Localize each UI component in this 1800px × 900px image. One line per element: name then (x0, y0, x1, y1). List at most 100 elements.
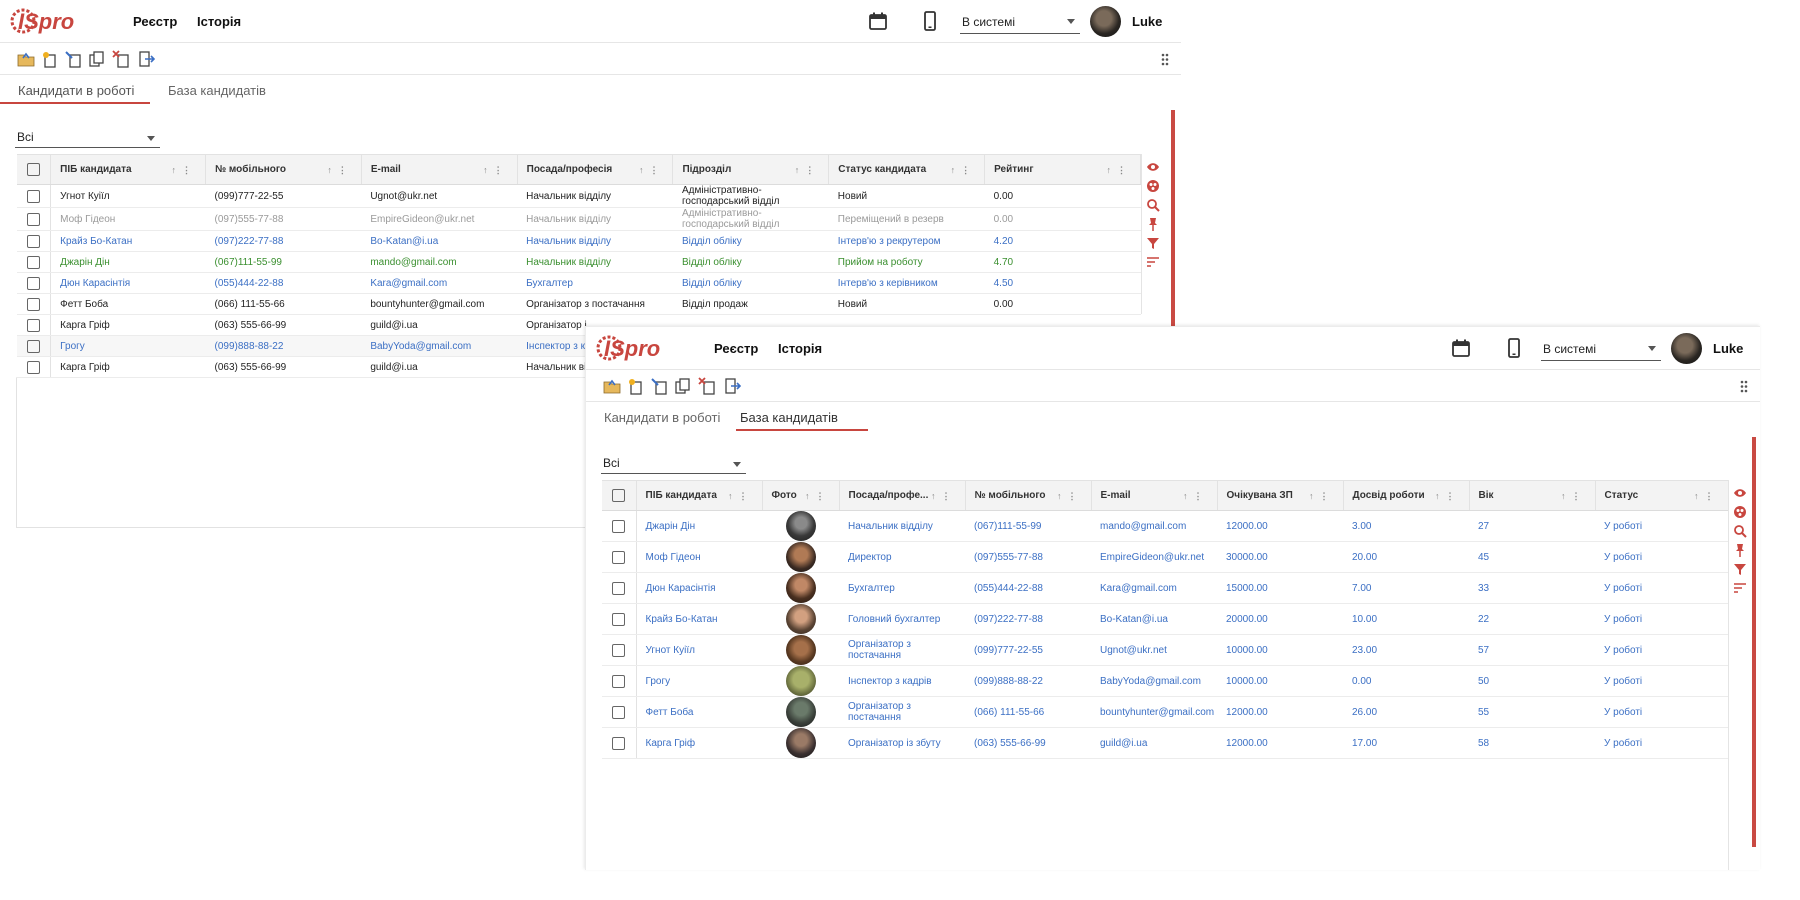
row-checkbox[interactable] (16, 293, 52, 315)
sort-menu-icon[interactable]: ↑⋮ (728, 491, 754, 502)
tab-candidate-base[interactable]: База кандидатів (150, 83, 284, 108)
table-row[interactable]: Фетт Боба (066) 111-55-66 bountyhunter@gma… (16, 293, 1141, 315)
ispro-logo[interactable]: ISpro (10, 1, 78, 41)
table-row[interactable]: Джарін Дін (067)111-55-99 mando@gmail.com Н… (16, 251, 1141, 273)
add-record-icon[interactable] (41, 50, 59, 68)
sort-icon[interactable] (1146, 255, 1160, 269)
sort-menu-icon[interactable]: ↑⋮ (1183, 491, 1209, 502)
column-header[interactable]: Посада/профе... ↑⋮ (839, 480, 966, 511)
column-header[interactable]: Статус ↑⋮ (1595, 480, 1729, 511)
row-checkbox[interactable] (602, 541, 637, 573)
table-row[interactable]: Моф Гідеон (097)555-77-88 EmpireGideon@ukr… (16, 207, 1141, 231)
exit-icon[interactable] (137, 50, 156, 68)
column-header[interactable]: Фото ↑⋮ (762, 480, 840, 511)
column-header[interactable]: Досвід роботи ↑⋮ (1343, 480, 1470, 511)
group-icon[interactable] (1733, 505, 1747, 519)
table-row[interactable]: Дюн Карасінтія Бухгалтер (055)444-22-88 Kar… (602, 572, 1728, 604)
mobile-phone-icon[interactable] (924, 11, 936, 31)
view-eye-icon[interactable] (1733, 486, 1747, 500)
row-checkbox[interactable] (16, 207, 52, 231)
table-row[interactable]: Дюн Карасінтія (055)444-22-88 Kara@gmail.c… (16, 272, 1141, 294)
open-folder-icon[interactable] (17, 50, 35, 68)
view-eye-icon[interactable] (1146, 160, 1160, 174)
table-row[interactable]: Моф Гідеон Директор (097)555-77-88 EmpireGi… (602, 541, 1728, 573)
candidate-photo[interactable] (785, 666, 816, 696)
select-all-checkbox[interactable] (16, 154, 52, 185)
row-checkbox[interactable] (602, 727, 637, 759)
sort-menu-icon[interactable]: ↑⋮ (795, 165, 821, 176)
table-row[interactable]: Фетт Боба Організатор з постачання (066) 1… (602, 696, 1728, 728)
sort-menu-icon[interactable]: ↑⋮ (1107, 165, 1133, 176)
sort-menu-icon[interactable]: ↑⋮ (1561, 491, 1587, 502)
search-icon[interactable] (1733, 524, 1747, 538)
table-row[interactable]: Угнот Куіїл (099)777-22-55 Ugnot@ukr.net На… (16, 184, 1141, 208)
sort-menu-icon[interactable]: ↑⋮ (1309, 491, 1335, 502)
pin-icon[interactable] (1146, 217, 1160, 231)
sort-menu-icon[interactable]: ↑⋮ (327, 165, 353, 176)
row-checkbox[interactable] (602, 634, 637, 666)
column-header[interactable]: Очікувана ЗП ↑⋮ (1217, 480, 1344, 511)
user-avatar[interactable] (1671, 333, 1702, 364)
candidate-photo[interactable] (785, 511, 816, 541)
apps-grid-icon[interactable] (1161, 53, 1169, 66)
column-header[interactable]: ПІБ кандидата ↑⋮ (636, 480, 763, 511)
sort-menu-icon[interactable]: ↑⋮ (483, 165, 509, 176)
row-checkbox[interactable] (16, 335, 52, 357)
column-header[interactable]: Вік ↑⋮ (1469, 480, 1596, 511)
row-checkbox[interactable] (16, 230, 52, 252)
user-name[interactable]: Luke (1713, 341, 1743, 356)
group-icon[interactable] (1146, 179, 1160, 193)
candidate-photo[interactable] (785, 573, 816, 603)
column-header[interactable]: E-mail ↑⋮ (361, 154, 518, 185)
row-checkbox[interactable] (16, 272, 52, 294)
copy-icon[interactable] (88, 50, 106, 68)
tab-candidates-in-work[interactable]: Кандидати в роботі (586, 410, 738, 435)
sort-menu-icon[interactable]: ↑⋮ (639, 165, 665, 176)
row-checkbox[interactable] (602, 665, 637, 697)
column-header[interactable]: № мобільного ↑⋮ (205, 154, 362, 185)
menu-history[interactable]: Історія (778, 341, 822, 356)
filter-icon[interactable] (1733, 562, 1747, 576)
ispro-logo[interactable]: ISpro (596, 328, 664, 368)
menu-history[interactable]: Історія (197, 14, 241, 29)
sort-menu-icon[interactable]: ↑⋮ (1694, 491, 1720, 502)
sort-menu-icon[interactable]: ↑⋮ (951, 165, 977, 176)
table-row[interactable]: Карга Гріф Організатор із збуту (063) 555-… (602, 727, 1728, 759)
pin-icon[interactable] (1733, 543, 1747, 557)
tab-candidate-base[interactable]: База кандидатів (722, 410, 856, 435)
open-folder-icon[interactable] (603, 377, 621, 395)
select-all-checkbox[interactable] (602, 480, 637, 511)
sort-icon[interactable] (1733, 581, 1747, 595)
row-checkbox[interactable] (602, 603, 637, 635)
column-header[interactable]: Підрозділ ↑⋮ (672, 154, 830, 185)
candidate-photo[interactable] (785, 697, 816, 727)
edit-record-icon[interactable] (65, 50, 83, 68)
row-checkbox[interactable] (602, 696, 637, 728)
column-header[interactable]: Рейтинг ↑⋮ (984, 154, 1141, 185)
sort-menu-icon[interactable]: ↑⋮ (1057, 491, 1083, 502)
presence-status-select[interactable]: В системі (960, 10, 1080, 34)
column-header[interactable]: ПІБ кандидата ↑⋮ (50, 154, 206, 185)
column-header[interactable]: E-mail ↑⋮ (1091, 480, 1218, 511)
table-row[interactable]: Крайз Бо-Катан Головний бухгалтер (097)222… (602, 603, 1728, 635)
column-header[interactable]: Статус кандидата ↑⋮ (828, 154, 986, 185)
candidate-photo[interactable] (785, 728, 816, 758)
menu-registry[interactable]: Реєстр (133, 14, 177, 29)
filter-select[interactable]: Всі (601, 454, 746, 474)
sort-menu-icon[interactable]: ↑⋮ (805, 491, 831, 502)
filter-select[interactable]: Всі (15, 128, 160, 148)
table-row[interactable]: Грогу Інспектор з кадрів (099)888-88-22 Bab… (602, 665, 1728, 697)
exit-icon[interactable] (723, 377, 742, 395)
sort-menu-icon[interactable]: ↑⋮ (931, 491, 957, 502)
row-checkbox[interactable] (16, 314, 52, 336)
row-checkbox[interactable] (16, 356, 52, 378)
row-checkbox[interactable] (602, 572, 637, 604)
filter-icon[interactable] (1146, 236, 1160, 250)
edit-record-icon[interactable] (651, 377, 669, 395)
table-row[interactable]: Угнот Куіїл Організатор з постачання (099)… (602, 634, 1728, 666)
user-avatar[interactable] (1090, 6, 1121, 37)
row-checkbox[interactable] (16, 251, 52, 273)
menu-registry[interactable]: Реєстр (714, 341, 758, 356)
search-icon[interactable] (1146, 198, 1160, 212)
mobile-phone-icon[interactable] (1508, 338, 1520, 358)
